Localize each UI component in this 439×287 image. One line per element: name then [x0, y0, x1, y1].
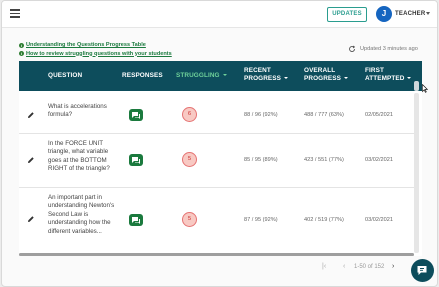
- horizontal-scrollbar[interactable]: [19, 253, 414, 256]
- column-header-overall-progress[interactable]: OVERALL PROGRESS: [304, 67, 349, 83]
- help-chat-button[interactable]: [411, 259, 434, 282]
- struggling-count-badge[interactable]: 5: [182, 152, 197, 167]
- menu-icon[interactable]: [10, 9, 20, 18]
- table-body: What is accelerations formula? 6 88 / 96…: [19, 91, 422, 256]
- column-header-responses[interactable]: RESPONSES: [122, 72, 163, 80]
- chevron-down-icon[interactable]: [426, 12, 430, 15]
- header-label: RECENT: [244, 67, 271, 74]
- header-label: STRUGGLING: [176, 72, 220, 79]
- link-review-struggling[interactable]: How to review struggling questions with …: [26, 51, 172, 57]
- table-header: QUESTION RESPONSES STRUGGLING RECENT PRO…: [19, 61, 422, 91]
- recent-progress-value: 88 / 96 (92%): [244, 112, 278, 118]
- question-text[interactable]: An important part in understanding Newto…: [48, 194, 116, 236]
- table-row: In the FORCE UNIT triangle, what variabl…: [19, 134, 414, 188]
- overall-progress-value: 488 / 777 (63%): [304, 112, 344, 118]
- struggling-count-badge[interactable]: 6: [182, 107, 197, 122]
- first-attempted-value: 03/02/2021: [365, 217, 393, 223]
- help-chat-icon: [417, 266, 427, 275]
- header-label: OVERALL: [304, 67, 336, 74]
- overall-progress-value: 423 / 551 (77%): [304, 157, 344, 163]
- help-link-row: i Understanding the Questions Progress T…: [19, 41, 172, 49]
- app-frame: UPDATES J TEACHER i Understanding the Qu…: [1, 0, 438, 287]
- column-header-struggling[interactable]: STRUGGLING: [176, 72, 227, 80]
- chat-bubble-icon[interactable]: [129, 154, 143, 166]
- header-label: PROGRESS: [244, 75, 282, 82]
- header-scroll-thumb[interactable]: [414, 81, 419, 91]
- role-label[interactable]: TEACHER: [395, 11, 425, 17]
- sort-caret-icon: [284, 77, 289, 80]
- question-text[interactable]: In the FORCE UNIT triangle, what variabl…: [48, 140, 116, 174]
- header-label: QUESTION: [48, 72, 83, 79]
- sort-caret-icon: [344, 77, 349, 80]
- first-attempted-value: 02/05/2021: [365, 112, 393, 118]
- header-label: PROGRESS: [304, 75, 342, 82]
- info-icon: i: [19, 42, 24, 48]
- refresh-icon[interactable]: [348, 45, 356, 53]
- first-attempted-value: 03/02/2021: [365, 157, 393, 163]
- chat-bubble-icon[interactable]: [129, 214, 143, 226]
- next-page-icon[interactable]: ›: [392, 261, 394, 273]
- previous-page-icon[interactable]: ‹: [343, 261, 345, 273]
- recent-progress-value: 85 / 95 (89%): [244, 157, 278, 163]
- updated-timestamp: Updated 3 minutes ago: [360, 46, 418, 52]
- first-page-icon[interactable]: |‹: [322, 261, 326, 273]
- header-label: ATTEMPTED: [365, 75, 405, 82]
- mouse-cursor-icon: [422, 84, 428, 93]
- help-links: i Understanding the Questions Progress T…: [19, 41, 172, 58]
- pencil-icon[interactable]: [27, 111, 35, 119]
- overall-progress-value: 402 / 519 (77%): [304, 217, 344, 223]
- struggling-count-badge[interactable]: 5: [182, 212, 197, 227]
- header-label: FIRST: [365, 67, 384, 74]
- info-icon: i: [19, 51, 24, 56]
- avatar[interactable]: J: [376, 6, 392, 22]
- help-link-row: i How to review struggling questions wit…: [19, 50, 172, 58]
- column-header-question[interactable]: QUESTION: [48, 72, 82, 80]
- pencil-icon[interactable]: [27, 215, 35, 223]
- vertical-scrollbar[interactable]: [414, 93, 419, 253]
- question-text[interactable]: What is accelerations formula?: [48, 103, 116, 120]
- column-header-recent-progress[interactable]: RECENT PROGRESS: [244, 67, 289, 83]
- table-row: An important part in understanding Newto…: [19, 188, 414, 256]
- sort-caret-icon: [407, 77, 412, 80]
- header-label: RESPONSES: [122, 72, 163, 79]
- sort-caret-icon: [222, 74, 227, 77]
- column-header-first-attempted[interactable]: FIRST ATTEMPTED: [365, 67, 412, 83]
- chat-bubble-icon[interactable]: [129, 109, 143, 121]
- updates-button[interactable]: UPDATES: [327, 7, 367, 22]
- pencil-icon[interactable]: [27, 156, 35, 164]
- recent-progress-value: 87 / 95 (92%): [244, 217, 278, 223]
- pagination-range: 1-50 of 152: [354, 264, 385, 270]
- top-bar: UPDATES J TEACHER: [2, 1, 437, 28]
- table-row: What is accelerations formula? 6 88 / 96…: [19, 91, 414, 134]
- link-understanding-table[interactable]: Understanding the Questions Progress Tab…: [26, 42, 146, 48]
